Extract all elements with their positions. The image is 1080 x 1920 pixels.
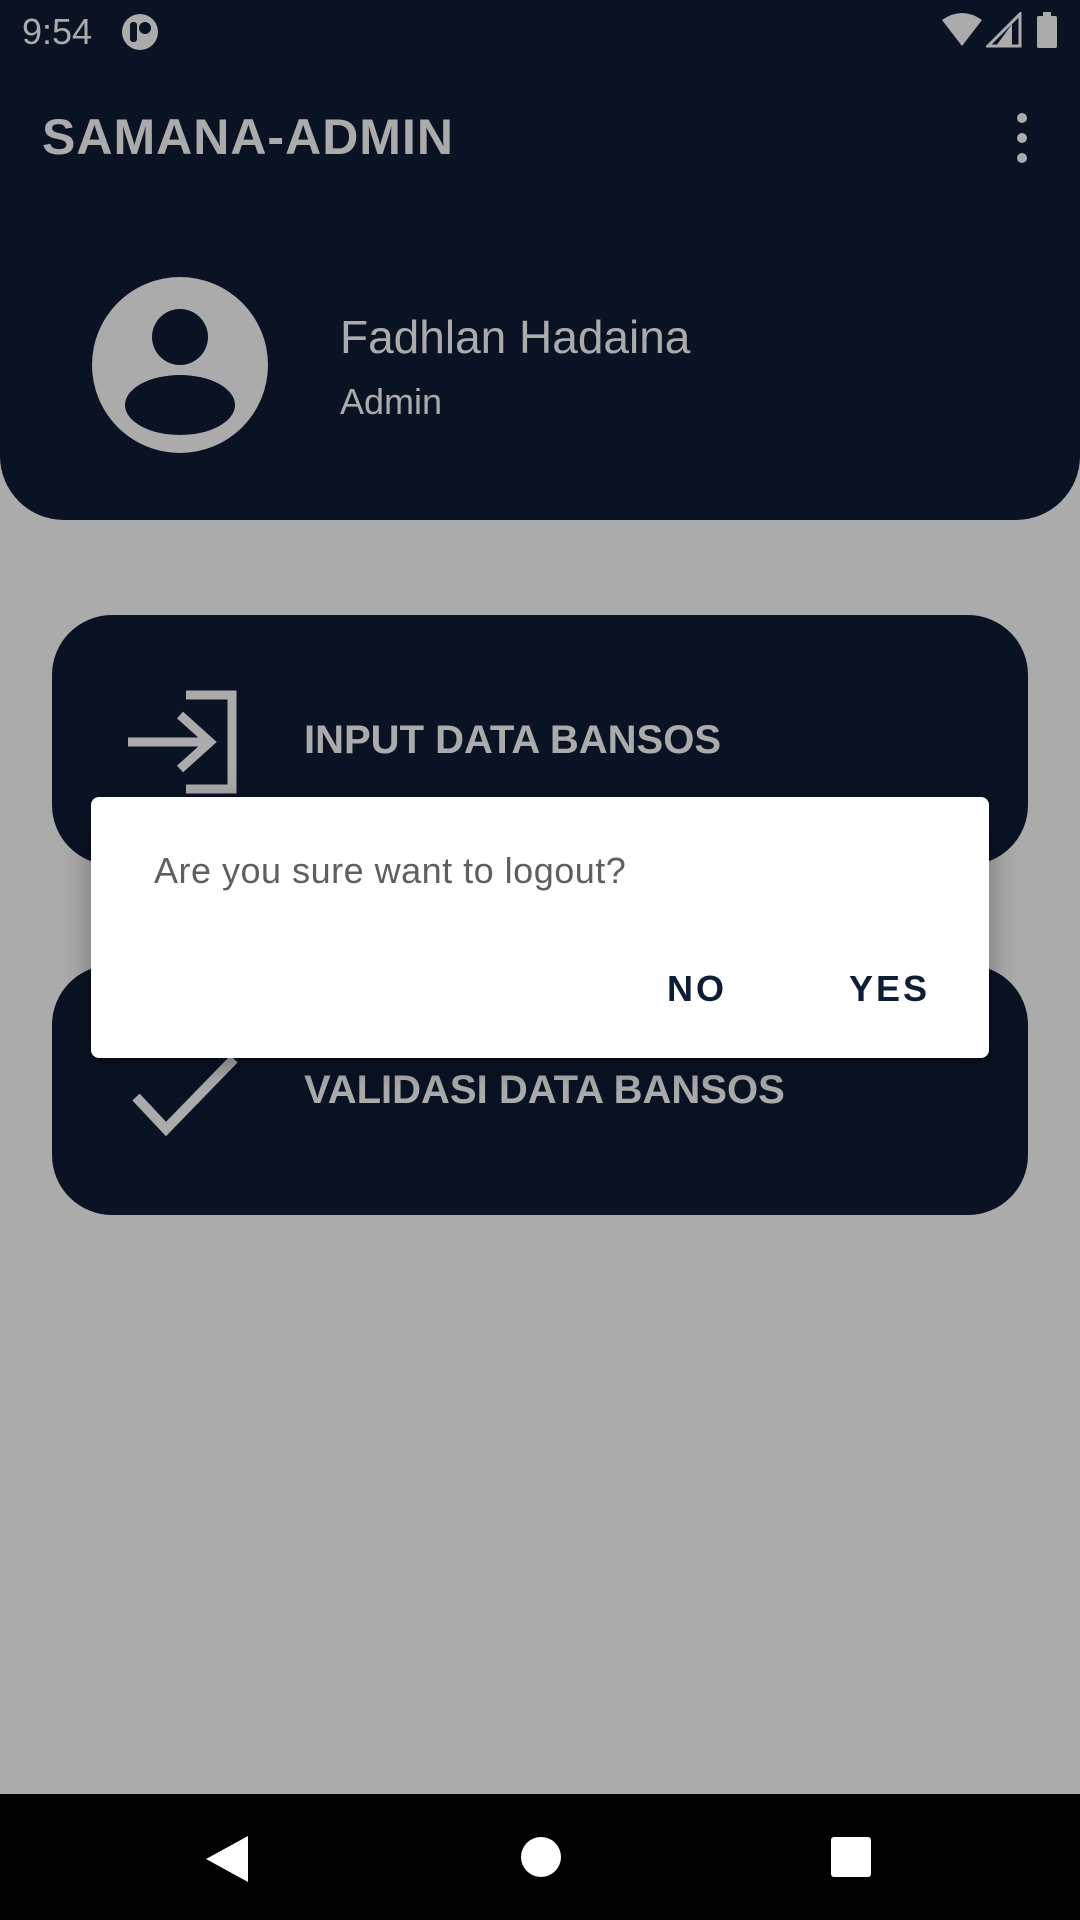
- dialog-message: Are you sure want to logout?: [154, 850, 627, 891]
- logout-dialog: Are you sure want to logout? NO YES: [91, 797, 989, 1058]
- yes-button[interactable]: YES: [829, 957, 950, 1021]
- system-nav-bar: [0, 1794, 1080, 1920]
- no-button[interactable]: NO: [647, 957, 747, 1021]
- home-icon[interactable]: [520, 1836, 562, 1878]
- recents-icon[interactable]: [830, 1836, 872, 1878]
- back-icon[interactable]: [204, 1834, 250, 1884]
